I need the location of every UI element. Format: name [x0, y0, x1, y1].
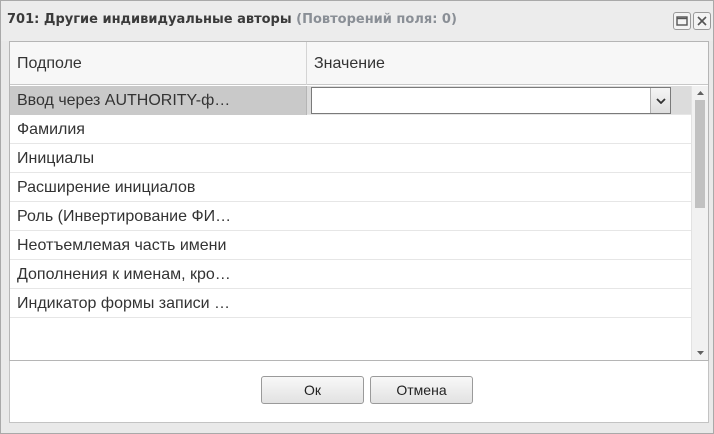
scrollbar-thumb[interactable]	[695, 100, 705, 208]
row-label: Ввод через AUTHORITY-ф…	[10, 86, 307, 115]
subfield-grid: Подполе Значение Ввод через AUTHORITY-ф……	[9, 41, 709, 361]
row-label: Неотъемлемая часть имени	[17, 237, 227, 254]
grid-header: Подполе Значение	[10, 42, 708, 85]
table-row[interactable]: Неотъемлемая часть имени	[10, 231, 691, 260]
column-header-subfield[interactable]: Подполе	[10, 42, 307, 85]
vertical-scrollbar[interactable]	[691, 86, 708, 360]
table-row[interactable]: Ввод через AUTHORITY-ф…	[10, 86, 691, 115]
dialog-title: 701: Другие индивидуальные авторы (Повто…	[7, 12, 457, 27]
row-label: Индикатор формы записи …	[17, 295, 231, 312]
value-combobox[interactable]	[311, 87, 671, 114]
dialog-bottom-edge	[9, 423, 709, 431]
ok-button[interactable]: Ок	[261, 376, 364, 404]
cancel-button[interactable]: Отмена	[370, 376, 473, 404]
scroll-down-icon[interactable]	[692, 346, 709, 360]
subfield-editor-dialog: 701: Другие индивидуальные авторы (Повто…	[0, 0, 714, 434]
row-label: Инициалы	[17, 150, 95, 167]
row-label: Роль (Инвертирование ФИ…	[17, 208, 232, 225]
scroll-up-icon[interactable]	[692, 86, 709, 100]
table-row[interactable]: Расширение инициалов	[10, 173, 691, 202]
close-icon[interactable]	[693, 12, 711, 30]
dialog-footer: Ок Отмена	[9, 361, 709, 423]
table-row[interactable]: Дополнения к именам, кро…	[10, 260, 691, 289]
table-row[interactable]: Роль (Инвертирование ФИ…	[10, 202, 691, 231]
table-row[interactable]: Индикатор формы записи …	[10, 289, 691, 318]
row-label: Фамилия	[17, 121, 85, 138]
dialog-titlebar[interactable]: 701: Другие индивидуальные авторы (Повто…	[1, 1, 713, 41]
chevron-down-icon[interactable]	[650, 88, 670, 113]
grid-rows: Ввод через AUTHORITY-ф… Фамилия Инициалы…	[10, 86, 691, 360]
row-label: Расширение инициалов	[17, 179, 196, 196]
table-row[interactable]: Фамилия	[10, 115, 691, 144]
row-label: Дополнения к именам, кро…	[17, 266, 231, 283]
window-maximize-icon[interactable]	[673, 12, 691, 30]
table-row[interactable]: Инициалы	[10, 144, 691, 173]
column-header-value[interactable]: Значение	[307, 42, 708, 85]
dialog-title-main: 701: Другие индивидуальные авторы	[7, 12, 292, 27]
dialog-title-count: (Повторений поля: 0)	[296, 12, 457, 27]
